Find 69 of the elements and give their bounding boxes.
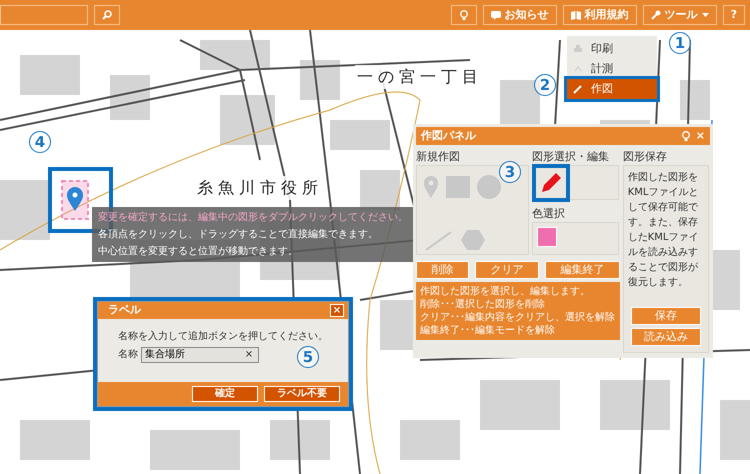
bulb-icon <box>680 131 690 141</box>
name-field[interactable]: 集合場所 × <box>140 346 259 363</box>
building-block <box>680 80 710 120</box>
dialog-title: ラベル <box>108 302 142 318</box>
section-label: 色選択 <box>532 206 566 222</box>
clear-button[interactable]: × <box>244 347 254 362</box>
panel-title: 作図パネル <box>421 128 477 144</box>
hint-line: 各頂点をクリックし、ドラッグすることで直接編集できます。 <box>98 228 379 242</box>
section-label: 図形保存 <box>622 148 668 165</box>
step-number-badge: 3 <box>499 161 521 183</box>
panel-button[interactable]: 削除 <box>416 260 470 279</box>
save-description: 作図した図形をKMLファイルとして保存可能です。また、保存したKMLファイルを読み込みすることで図形が復元します。 <box>628 170 700 290</box>
bulb-icon <box>458 10 469 20</box>
building-block <box>360 170 400 210</box>
step-number-badge: 5 <box>297 346 319 368</box>
search-button[interactable] <box>94 5 120 25</box>
notice-button[interactable]: お知らせ <box>482 5 557 25</box>
menu-item[interactable]: 印刷 <box>567 39 657 59</box>
close-button[interactable]: × <box>330 304 344 317</box>
menu-item[interactable]: 作図 <box>567 79 657 99</box>
printer-icon <box>573 44 583 54</box>
search-icon <box>102 10 112 20</box>
close-button[interactable]: × <box>696 128 705 144</box>
field-label: 名称 <box>118 348 138 362</box>
wrench-icon <box>650 10 661 20</box>
hint-line: 中心位置を変更すると位置が移動できます。 <box>98 244 299 259</box>
building-block <box>20 420 90 460</box>
terms-button[interactable]: 利用規約 <box>562 5 637 25</box>
dialog-button[interactable]: ラベル不要 <box>264 386 340 402</box>
section-label: 新規作図 <box>416 148 461 165</box>
help-line: 作図した図形を選択し、編集します。 <box>420 284 591 298</box>
step-number-badge: 1 <box>669 32 691 54</box>
dialog-message: 名称を入力して追加ボタンを押してください。 <box>118 330 329 344</box>
panel-button[interactable]: クリア <box>474 260 540 279</box>
pencil-icon <box>573 84 583 94</box>
building-block <box>20 55 80 95</box>
building-block <box>0 180 50 240</box>
building-block <box>200 40 270 70</box>
caret-up-icon <box>573 64 583 74</box>
help-line: クリア･･･編集内容をクリアし、選択を解除 <box>420 310 616 324</box>
building-block <box>220 95 275 145</box>
help-line: 編集終了･･･編集モードを解除 <box>420 324 556 337</box>
search-field[interactable] <box>0 5 88 25</box>
building-block <box>330 120 390 150</box>
menu-item[interactable]: 計測 <box>567 59 657 79</box>
caret-icon <box>702 13 709 17</box>
panel-button[interactable]: 読み込み <box>630 328 701 346</box>
tools-button[interactable]: ツール <box>642 5 717 25</box>
book-icon <box>570 10 581 20</box>
help-button[interactable]: ? <box>722 5 745 25</box>
speech-bubble-icon <box>490 10 501 20</box>
color-swatch[interactable] <box>536 227 557 248</box>
hint-line: 変更を確定するには、編集中の図形をダブルクリックしてください。 <box>98 210 408 225</box>
building-block <box>400 420 460 460</box>
building-block <box>720 400 750 460</box>
dialog-button[interactable]: 確定 <box>192 386 258 402</box>
section-label: 図形選択・編集 <box>532 148 610 165</box>
step-number-badge: 2 <box>534 74 556 96</box>
building-block <box>270 420 330 460</box>
building-block <box>600 380 670 430</box>
step-number-badge: 4 <box>29 131 51 153</box>
edit-tool-button[interactable] <box>532 164 570 202</box>
panel-button[interactable]: 保存 <box>630 307 701 325</box>
building-block <box>110 75 150 120</box>
building-block <box>300 60 340 100</box>
panel-button[interactable]: 編集終了 <box>544 260 620 279</box>
help-line: 削除･･･選択した図形を削除 <box>420 298 546 311</box>
selected-pin-icon <box>61 180 89 220</box>
tip-button[interactable] <box>450 5 477 25</box>
